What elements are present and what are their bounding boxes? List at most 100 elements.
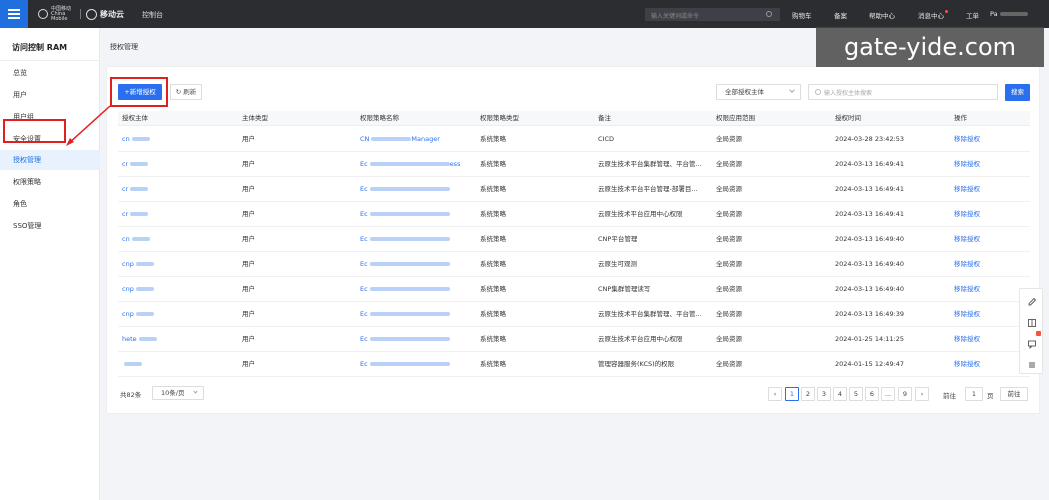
table-row: cnp 用户 Ec 系统策略 云原生技术平台集群管理、平台管... 全局资源 2024-03… <box>118 302 1030 327</box>
scope-cell: 全局资源 <box>716 335 742 343</box>
add-authorization-button[interactable]: +新增授权 <box>118 84 162 100</box>
remove-authorization-link[interactable]: 移除授权 <box>954 202 980 227</box>
policy-name-cell[interactable]: Ec <box>360 352 450 377</box>
refresh-button[interactable]: ↻ 刷新 <box>170 84 202 100</box>
col-subject-type: 主体类型 <box>242 114 268 122</box>
subject-type-cell: 用户 <box>242 310 255 318</box>
remove-authorization-link[interactable]: 移除授权 <box>954 177 980 202</box>
chevron-down-icon <box>193 389 198 394</box>
next-page-button[interactable]: › <box>915 387 929 401</box>
policy-type-cell: 系统策略 <box>480 285 506 293</box>
policy-name-cell[interactable]: Ec <box>360 327 450 352</box>
scope-cell: 全局资源 <box>716 210 742 218</box>
user-menu[interactable]: Pa <box>990 10 1028 18</box>
goto-label: 前往 <box>943 392 956 400</box>
page-button-9[interactable]: 9 <box>898 387 912 401</box>
table-row: cnp 用户 Ec 系统策略 云原生可观测 全局资源 2024-03-13 16:49:40… <box>118 252 1030 277</box>
policy-name-cell[interactable]: CN Manager <box>360 127 440 152</box>
search-icon <box>766 11 772 17</box>
chat-icon[interactable] <box>1027 339 1037 349</box>
remove-authorization-link[interactable]: 移除授权 <box>954 252 980 277</box>
page-size-select[interactable]: 10条/页 <box>152 386 204 400</box>
policy-name-cell[interactable]: Ec ess <box>360 152 460 177</box>
global-search-input[interactable]: 输入关键词或命令 <box>645 8 780 21</box>
subject-cell[interactable] <box>122 352 142 377</box>
table-row: cr 用户 Ec 系统策略 云原生技术平台平台管理-部署目... 全局资源 2024-03-… <box>118 177 1030 202</box>
policy-type-cell: 系统策略 <box>480 160 506 168</box>
remove-authorization-link[interactable]: 移除授权 <box>954 277 980 302</box>
help-center-link[interactable]: 帮助中心 <box>869 10 895 20</box>
col-policy-name: 权限策略名称 <box>360 114 399 122</box>
page-button-2[interactable]: 2 <box>801 387 815 401</box>
remove-authorization-link[interactable]: 移除授权 <box>954 127 980 152</box>
page-button-5[interactable]: 5 <box>849 387 863 401</box>
page-button-4[interactable]: 4 <box>833 387 847 401</box>
logo[interactable]: 中国移动 China Mobile 移动云 <box>38 6 124 21</box>
message-center-link[interactable]: 消息中心 <box>918 10 948 20</box>
policy-name-cell[interactable]: Ec <box>360 227 450 252</box>
redacted-text <box>369 362 450 366</box>
remove-authorization-link[interactable]: 移除授权 <box>954 327 980 352</box>
time-cell: 2024-03-13 16:49:40 <box>835 285 905 293</box>
remove-authorization-link[interactable]: 移除授权 <box>954 302 980 327</box>
subject-cell[interactable]: cr <box>122 152 149 177</box>
page-button-1[interactable]: 1 <box>785 387 799 401</box>
subject-cell[interactable]: cn <box>122 227 150 252</box>
subject-type-cell: 用户 <box>242 260 255 268</box>
cart-link[interactable]: 购物车 <box>792 10 812 20</box>
remark-cell: 云原生技术平台集群管理、平台管... <box>598 160 702 168</box>
col-action: 操作 <box>954 114 967 122</box>
ticket-link[interactable]: 工单 <box>966 10 979 20</box>
remark-cell: 云原生技术平台平台管理-部署目... <box>598 185 698 193</box>
policy-name-cell[interactable]: Ec <box>360 202 450 227</box>
remove-authorization-link[interactable]: 移除授权 <box>954 227 980 252</box>
china-mobile-logo-icon <box>38 9 48 19</box>
policy-type-cell: 系统策略 <box>480 210 506 218</box>
sidebar-item-sso[interactable]: SSO管理 <box>0 216 100 236</box>
policy-name-cell[interactable]: Ec <box>360 302 450 327</box>
cloud-logo-icon <box>86 8 97 20</box>
subject-cell[interactable]: cn <box>122 127 150 152</box>
policy-name-cell[interactable]: Ec <box>360 277 450 302</box>
subject-filter-select[interactable]: 全部授权主体 <box>716 84 801 100</box>
goto-button[interactable]: 前往 <box>1000 387 1028 401</box>
goto-page-input[interactable]: 1 <box>965 387 983 401</box>
subject-cell[interactable]: hete <box>122 327 157 352</box>
redacted-text <box>369 287 450 291</box>
list-icon[interactable] <box>1027 360 1037 370</box>
prev-page-button[interactable]: ‹ <box>768 387 782 401</box>
remove-authorization-link[interactable]: 移除授权 <box>954 352 980 377</box>
redacted-text <box>130 162 149 166</box>
icp-filing-link[interactable]: 备案 <box>834 10 847 20</box>
redacted-text <box>369 312 450 316</box>
sidebar-item-users[interactable]: 用户 <box>0 85 100 105</box>
subject-cell[interactable]: cnp <box>122 302 154 327</box>
policy-name-cell[interactable]: Ec <box>360 252 450 277</box>
redacted-text <box>131 137 150 141</box>
subject-cell[interactable]: cr <box>122 202 149 227</box>
policy-name-cell[interactable]: Ec <box>360 177 450 202</box>
col-subject: 授权主体 <box>122 114 148 122</box>
book-icon[interactable] <box>1027 318 1037 328</box>
subject-type-cell: 用户 <box>242 360 255 368</box>
page-button-6[interactable]: 6 <box>865 387 879 401</box>
console-link[interactable]: 控制台 <box>142 10 163 20</box>
sidebar-item-policies[interactable]: 权限策略 <box>0 172 100 192</box>
sidebar-item-authorization[interactable]: 授权管理 <box>0 150 100 170</box>
subject-cell[interactable]: cnp <box>122 277 154 302</box>
redacted-text <box>130 212 149 216</box>
sidebar-item-overview[interactable]: 总览 <box>0 63 100 83</box>
search-button[interactable]: 搜索 <box>1005 84 1030 101</box>
subject-cell[interactable]: cr <box>122 177 149 202</box>
subject-cell[interactable]: cnp <box>122 252 154 277</box>
subject-search-input[interactable]: 输入授权主体搜索 <box>808 84 998 100</box>
page-button-3[interactable]: 3 <box>817 387 831 401</box>
remove-authorization-link[interactable]: 移除授权 <box>954 152 980 177</box>
sidebar-item-roles[interactable]: 角色 <box>0 194 100 214</box>
scope-cell: 全局资源 <box>716 135 742 143</box>
edit-icon[interactable] <box>1027 297 1037 307</box>
remark-cell: CICD <box>598 135 614 143</box>
time-cell: 2024-01-25 14:11:25 <box>835 335 905 343</box>
page-ellipsis[interactable]: ... <box>881 387 895 401</box>
hamburger-menu-button[interactable] <box>0 0 28 28</box>
